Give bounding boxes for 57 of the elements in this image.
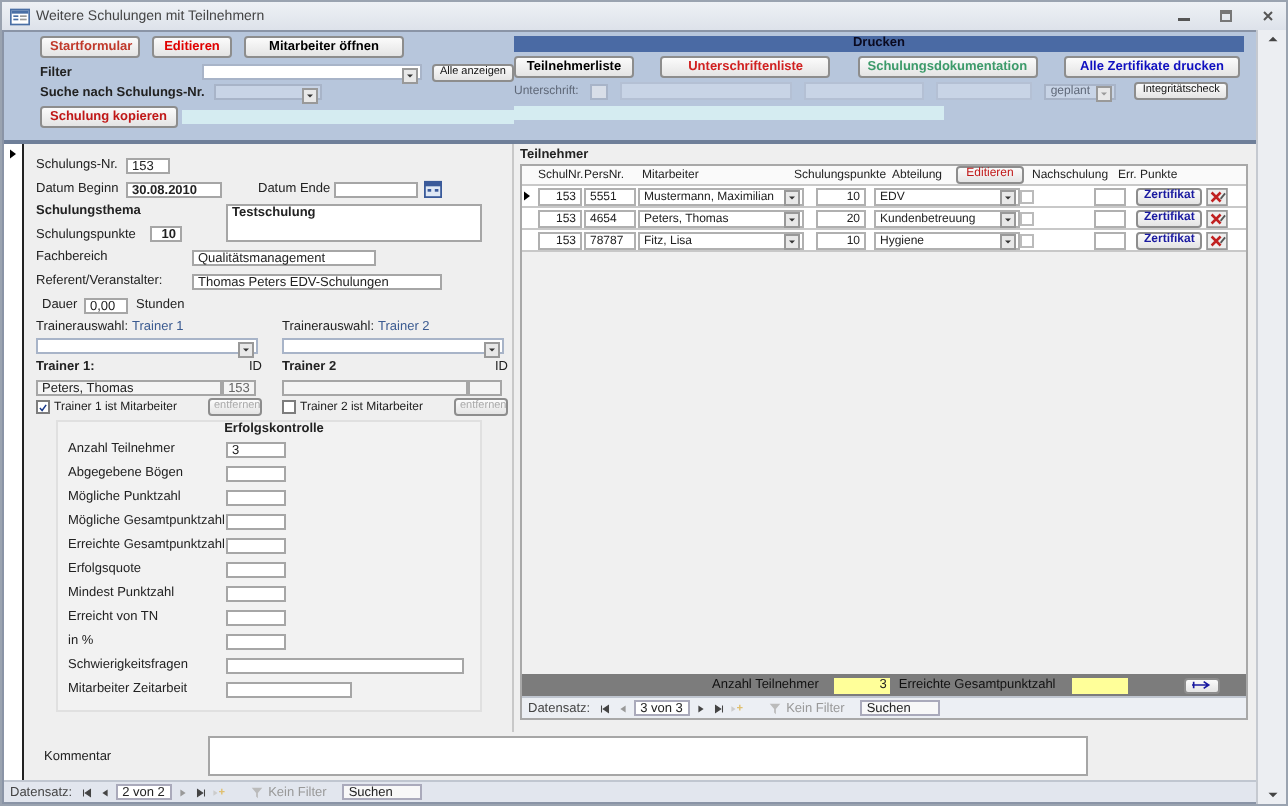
trainer-combo[interactable] [282, 338, 504, 354]
dropdown-arrow-icon [401, 67, 418, 83]
dropdown-arrow-icon [1000, 190, 1016, 206]
dropdown-arrow-icon [1000, 234, 1016, 250]
signature-combo[interactable] [590, 83, 609, 99]
comment-field[interactable] [208, 736, 1088, 776]
points-cell[interactable] [1094, 187, 1126, 205]
end-date-field[interactable] [334, 181, 418, 197]
dropdown-arrow-icon [484, 341, 500, 357]
metric-field[interactable] [226, 561, 286, 577]
dropdown-arrow-icon [1000, 212, 1016, 228]
vertical-scrollbar[interactable] [1256, 30, 1286, 804]
checkbox[interactable] [36, 400, 50, 414]
dropdown-arrow-icon [238, 341, 254, 357]
metric-field[interactable] [226, 609, 286, 625]
form-icon [10, 7, 30, 25]
checkbox[interactable] [282, 400, 296, 414]
delete-icon[interactable] [1206, 187, 1229, 205]
delete-icon[interactable] [1206, 209, 1229, 227]
points-cell[interactable] [1094, 231, 1126, 249]
points-cell[interactable] [1094, 209, 1126, 227]
close-icon[interactable] [1258, 6, 1278, 26]
metric-field[interactable] [226, 465, 286, 481]
metric-field[interactable] [226, 489, 286, 505]
trainer-id-field [468, 379, 502, 395]
arrow-button[interactable] [1183, 677, 1220, 693]
checkbox[interactable] [1020, 189, 1034, 203]
maximize-icon[interactable] [1216, 6, 1236, 26]
record-selector-icon [8, 148, 18, 160]
filter-icon[interactable] [768, 701, 783, 715]
checkbox[interactable] [1020, 211, 1034, 225]
metric-field[interactable] [226, 633, 286, 649]
trainer-combo[interactable] [36, 338, 258, 354]
dropdown-arrow-icon [784, 190, 800, 206]
dropdown-arrow-icon [302, 87, 318, 103]
dropdown-arrow-icon [784, 212, 800, 228]
first-record-icon[interactable] [598, 701, 613, 715]
first-record-icon[interactable] [80, 785, 95, 799]
previous-record-icon[interactable] [98, 785, 113, 799]
last-record-icon[interactable] [194, 785, 209, 799]
arrow-icon [1189, 680, 1214, 690]
next-record-icon[interactable] [694, 701, 709, 715]
dropdown-arrow-icon [1096, 86, 1113, 102]
calendar-icon[interactable] [424, 180, 442, 198]
metric-field[interactable] [226, 513, 286, 529]
delete-icon[interactable] [1206, 231, 1229, 249]
filter-combo[interactable] [202, 64, 422, 80]
search-combo[interactable] [214, 84, 322, 100]
metric-field[interactable] [226, 681, 352, 697]
filter-icon[interactable] [250, 785, 265, 799]
checkbox[interactable] [1020, 233, 1034, 247]
total-points-field [1071, 677, 1128, 693]
metric-field[interactable] [226, 585, 286, 601]
metric-field[interactable] [226, 657, 464, 673]
metric-field[interactable] [226, 537, 286, 553]
last-record-icon[interactable] [712, 701, 727, 715]
dropdown-arrow-icon [784, 234, 800, 250]
